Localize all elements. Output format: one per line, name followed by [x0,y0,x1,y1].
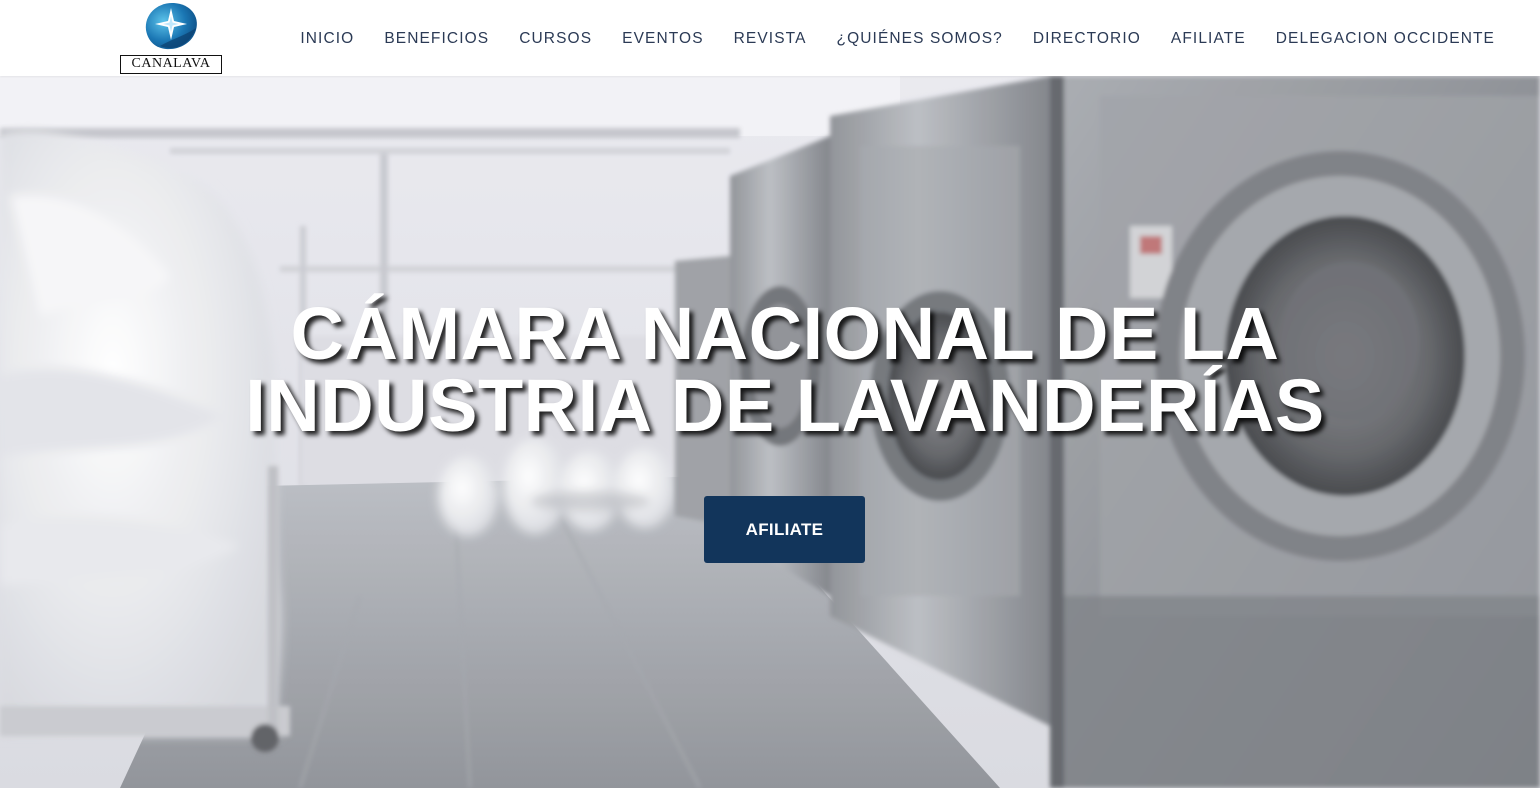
hero-title-line-1: CÁMARA NACIONAL DE LA [290,292,1280,375]
nav-item: INICIO [285,28,369,50]
star-swirl-icon [145,2,197,50]
nav-link-cursos[interactable]: CURSOS [504,28,607,50]
nav-item: BENEFICIOS [369,28,504,50]
logo-wordmark: CANALAVA [120,55,222,74]
afiliate-cta-button[interactable]: AFILIATE [704,496,865,563]
nav-link-afiliate[interactable]: AFILIATE [1156,28,1261,50]
nav-link-revista[interactable]: REVISTA [719,28,822,50]
nav-link-quienes-somos[interactable]: ¿QUIÉNES SOMOS? [822,28,1018,50]
nav-item: EVENTOS [607,28,719,50]
site-logo[interactable]: CANALAVA [118,0,222,76]
nav-link-delegacion-occidente[interactable]: DELEGACION OCCIDENTE [1261,28,1510,50]
nav-item: REVISTA [719,28,822,50]
nav-link-inicio[interactable]: INICIO [285,28,369,50]
nav-link-directorio[interactable]: DIRECTORIO [1018,28,1156,50]
nav-link-eventos[interactable]: EVENTOS [607,28,719,50]
nav-item: ¿QUIÉNES SOMOS? [822,28,1018,50]
hero-title: CÁMARA NACIONAL DE LA INDUSTRIA DE LAVAN… [0,292,1540,447]
nav-list: INICIO BENEFICIOS CURSOS EVENTOS REVISTA… [285,28,1510,50]
hero-section: CÁMARA NACIONAL DE LA INDUSTRIA DE LAVAN… [0,76,1540,788]
nav-item: CURSOS [504,28,607,50]
site-header: CANALAVA INICIO BENEFICIOS CURSOS EVENTO… [0,0,1540,76]
hero-title-line-2: INDUSTRIA DE LAVANDERÍAS [245,364,1325,447]
nav-link-beneficios[interactable]: BENEFICIOS [369,28,504,50]
nav-item: DIRECTORIO [1018,28,1156,50]
nav-item: DELEGACION OCCIDENTE [1261,28,1510,50]
nav-item: AFILIATE [1156,28,1261,50]
